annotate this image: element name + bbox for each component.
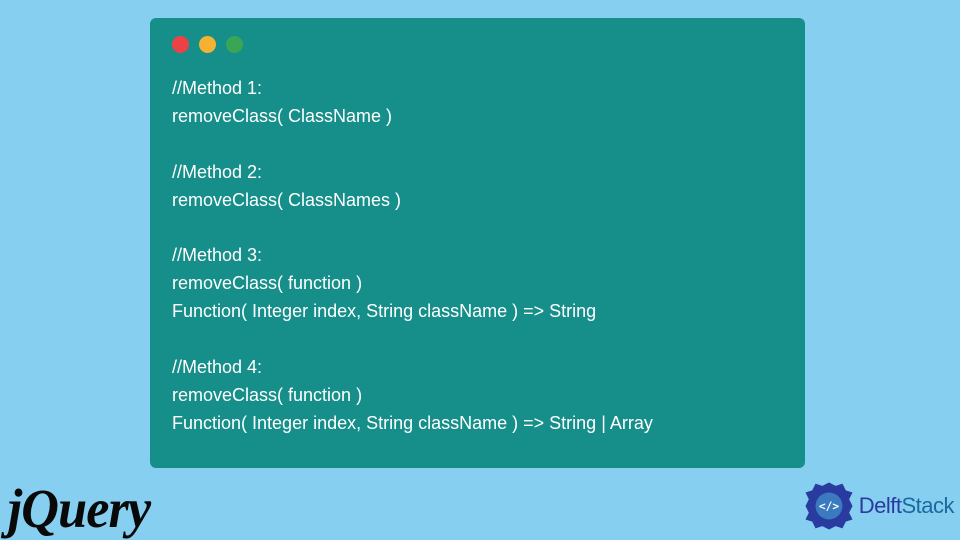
close-icon [172,36,189,53]
code-body: //Method 1: removeClass( ClassName ) //M… [150,53,805,438]
jquery-logo: jQuery [8,477,150,540]
traffic-lights [150,18,805,53]
delft-suffix: Stack [901,493,954,518]
code-window: //Method 1: removeClass( ClassName ) //M… [150,18,805,468]
delftstack-logo: </> DelftStack [801,478,954,534]
delftstack-badge-icon: </> [801,478,857,534]
svg-text:</>: </> [819,500,839,513]
delft-prefix: Delft [859,493,902,518]
delftstack-text: DelftStack [859,493,954,519]
maximize-icon [226,36,243,53]
minimize-icon [199,36,216,53]
